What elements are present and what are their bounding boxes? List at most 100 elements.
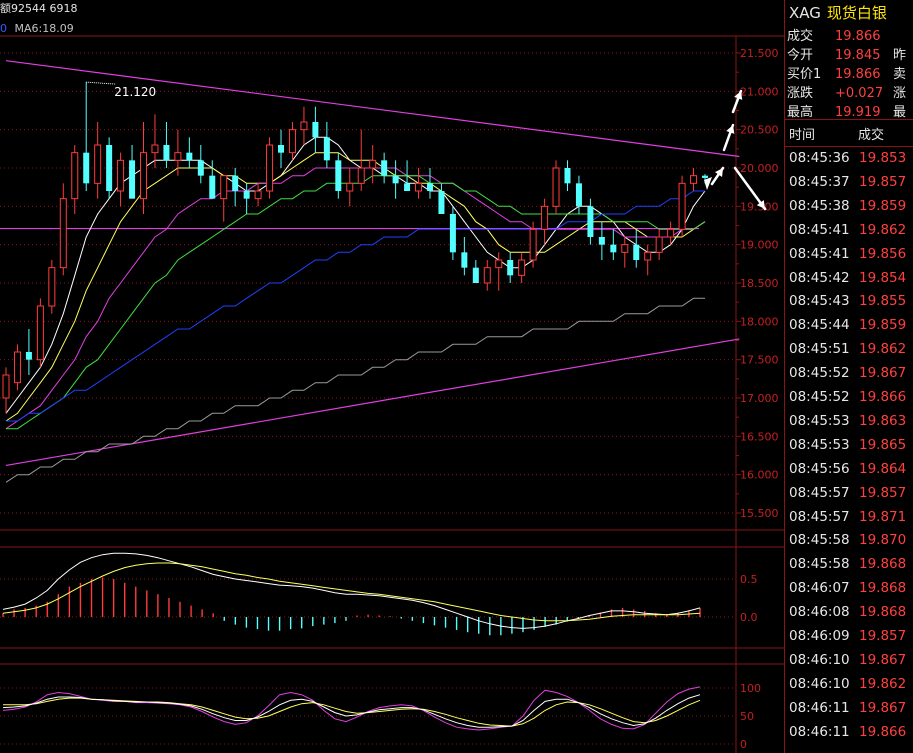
tick-row[interactable]: 08:45:43 19.855 [789,293,906,309]
candle[interactable] [346,168,354,207]
candle-body [461,252,468,268]
candle[interactable] [655,229,663,260]
candle[interactable] [232,168,239,207]
tick-row[interactable]: 08:46:11 19.867 [789,700,906,716]
candle-body [209,175,216,199]
candle-body [702,175,708,178]
candle-body [288,129,296,154]
tick-row[interactable]: 08:45:36 19.853 [789,150,906,166]
tick-price: 19.859 [859,317,907,334]
candle[interactable] [598,221,605,260]
candle[interactable] [678,175,686,237]
tick-row[interactable]: 08:45:57 19.871 [789,509,906,525]
candle[interactable] [541,198,549,245]
candle-body [163,145,170,161]
candle[interactable] [59,183,67,276]
candle[interactable] [621,237,629,268]
indicator-header: 额92544 6918 [0,0,77,16]
candle[interactable] [335,152,342,199]
tick-row[interactable]: 08:45:44 19.859 [789,317,906,333]
tick-row[interactable]: 08:45:58 19.868 [789,556,906,572]
candle[interactable] [461,237,468,276]
tick-time: 08:45:57 [789,508,850,525]
candle-layer[interactable] [2,82,708,414]
tick-row[interactable]: 08:46:10 19.862 [789,676,906,692]
tick-row[interactable]: 08:45:41 19.856 [789,246,906,262]
candle[interactable] [472,260,479,283]
chart-area[interactable]: 15.500 16.000 16.500 17.000 17.500 18.000 18.5… [0,0,784,753]
tick-row[interactable]: 08:45:38 19.859 [789,198,906,214]
candle-body [357,167,365,184]
candle[interactable] [552,160,560,214]
candle[interactable] [48,260,56,314]
candle[interactable] [220,175,228,222]
candle[interactable] [415,168,423,199]
candle[interactable] [197,145,204,184]
candle[interactable] [94,122,102,199]
tick-row[interactable]: 08:45:42 19.854 [789,270,906,286]
candle[interactable] [323,122,330,168]
candle[interactable] [381,152,388,184]
tick-row[interactable]: 08:45:57 19.857 [789,485,906,501]
tick-row[interactable]: 08:45:53 19.865 [789,437,906,453]
candle[interactable] [300,106,308,145]
candle[interactable] [483,260,491,291]
candle[interactable] [507,252,514,283]
candle[interactable] [392,160,399,199]
tick-row[interactable]: 08:46:11 19.866 [789,724,906,740]
tick-row[interactable]: 08:46:10 19.867 [789,652,906,668]
candle[interactable] [438,183,445,214]
candle[interactable] [587,198,594,245]
candle[interactable] [174,129,182,176]
candle[interactable] [83,82,90,191]
candle-body [507,260,514,276]
candle[interactable] [633,229,640,268]
tick-row[interactable]: 08:45:52 19.866 [789,389,906,405]
candle[interactable] [163,122,170,168]
tick-time: 08:46:08 [789,604,850,621]
tick-row[interactable]: 08:45:53 19.863 [789,413,906,429]
candle[interactable] [610,229,617,260]
tick-row[interactable]: 08:46:09 19.857 [789,628,906,644]
high-price-label: 21.120 [114,85,156,99]
candle[interactable] [106,137,113,199]
candle-body [404,183,411,191]
candle[interactable] [117,152,125,207]
candle[interactable] [426,168,433,199]
tick-time: 08:45:38 [789,197,850,214]
tick-row[interactable]: 08:46:08 19.868 [789,604,906,620]
candle[interactable] [71,145,79,214]
candle[interactable] [25,329,32,375]
candle[interactable] [312,106,319,153]
candle[interactable] [449,206,456,260]
candle[interactable] [254,183,262,207]
candle[interactable] [129,145,136,199]
tick-row[interactable]: 08:45:37 19.857 [789,174,906,190]
tick-row[interactable]: 08:45:41 19.862 [789,222,906,238]
tick-row[interactable]: 08:45:52 19.867 [789,365,906,381]
tick-price: 19.857 [859,173,907,190]
candle[interactable] [690,168,698,191]
tick-row[interactable]: 08:45:56 19.864 [789,461,906,477]
tick-row[interactable]: 08:46:07 19.868 [789,580,906,596]
candle[interactable] [266,137,274,199]
candle[interactable] [140,122,148,214]
candle-body [518,259,526,276]
candle[interactable] [644,244,652,276]
candle[interactable] [564,160,571,191]
quote-extra: 昨 [893,48,907,63]
candle[interactable] [2,367,10,414]
candle[interactable] [36,298,44,368]
tick-row[interactable]: 08:45:58 19.870 [789,532,906,548]
candle[interactable] [288,122,296,161]
candle-body [25,352,32,360]
tick-row[interactable]: 08:45:51 19.862 [789,341,906,357]
candle[interactable] [518,252,526,283]
candle[interactable] [243,183,250,214]
candle[interactable] [186,137,193,168]
candle[interactable] [278,129,285,168]
symbol-code: XAG [789,4,821,22]
quote-value: 19.845 [835,48,881,63]
candle[interactable] [13,344,21,391]
tick-time: 08:46:10 [789,651,850,668]
